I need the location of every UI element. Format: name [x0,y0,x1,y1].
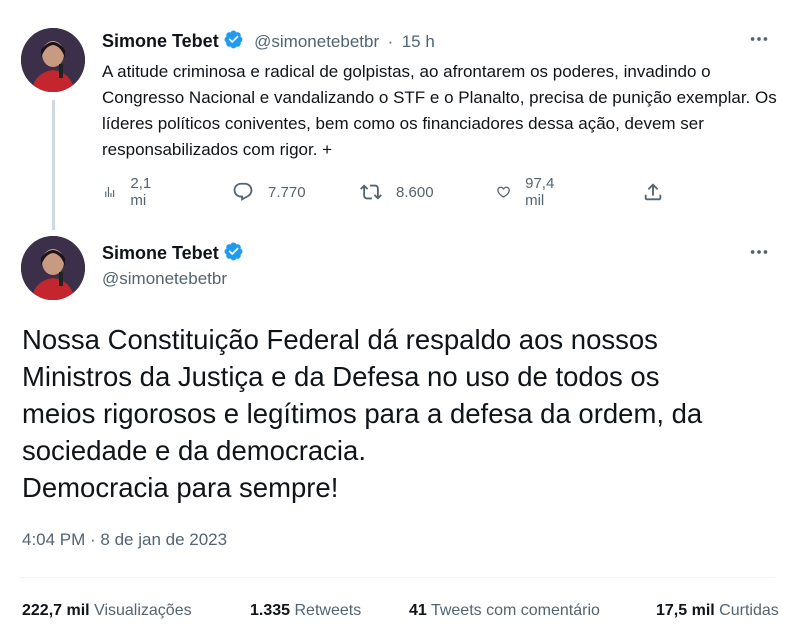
quotes-stat[interactable]: 41 Tweets com comentário [409,602,600,620]
views-label: Visualizações [94,602,192,619]
retweet-button[interactable]: 8.600 [360,181,434,203]
retweets-value: 1.335 [250,602,291,619]
reply-button[interactable]: 7.770 [232,181,306,203]
tweet-text-line: meios rigorosos e legítimos para a defes… [22,398,703,429]
retweets-stat[interactable]: 1.335 Retweets [250,602,361,620]
share-icon [644,183,662,201]
more-horizontal-icon [750,250,768,254]
more-options-button[interactable] [748,241,770,269]
verified-badge-icon [223,241,244,267]
tweet-timestamp[interactable]: 4:04 PM · 8 de jan de 2023 [22,530,227,550]
likes-stat[interactable]: 17,5 mil Curtidas [656,602,779,620]
tweet-time[interactable]: 15 h [402,32,435,51]
tweet-text: A atitude criminosa e radical de golpist… [102,62,777,159]
views-value: 222,7 mil [22,602,90,619]
divider [20,577,775,578]
retweet-icon [360,184,382,200]
tweet-header: Simone Tebet @simonetebetbr · 15 h [102,29,435,55]
more-horizontal-icon [750,37,768,41]
like-count: 97,4 mil [525,175,555,209]
avatar[interactable] [21,28,85,92]
author-handle[interactable]: @simonetebetbr [102,269,227,289]
quotes-label: Tweets com comentário [430,602,600,619]
likes-value: 17,5 mil [656,602,715,619]
author-name[interactable]: Simone Tebet [102,31,219,51]
author-handle[interactable]: @simonetebetbr [254,32,379,51]
retweet-count: 8.600 [396,183,434,201]
tweet-header: Simone Tebet [102,241,244,267]
tweet-text-line: sociedade e da democracia. [22,435,366,466]
thread-line [52,100,55,230]
like-button[interactable]: 97,4 mil [496,175,561,209]
analytics-icon [105,186,115,198]
tweet-text: Nossa Constituição Federal dá respaldo a… [22,321,782,506]
reply-icon [233,182,253,201]
separator-dot: · [387,32,394,51]
tweet-text-line: Ministros da Justiça e da Defesa no uso … [22,361,660,392]
share-button[interactable] [642,181,678,203]
retweets-label: Retweets [294,602,362,619]
views-button[interactable]: 2,1 mi [103,175,158,209]
more-options-button[interactable] [748,28,770,56]
avatar[interactable] [21,236,85,300]
views-count: 2,1 mi [130,175,152,209]
tweet-text-line: Democracia para sempre! [22,472,339,503]
views-stat: 222,7 mil Visualizações [22,602,192,620]
author-name[interactable]: Simone Tebet [102,243,219,263]
likes-label: Curtidas [719,602,779,619]
heart-icon [497,186,510,198]
tweet-text-line: Nossa Constituição Federal dá respaldo a… [22,324,658,355]
quotes-value: 41 [409,602,427,619]
reply-count: 7.770 [268,183,306,201]
verified-badge-icon [223,29,244,55]
